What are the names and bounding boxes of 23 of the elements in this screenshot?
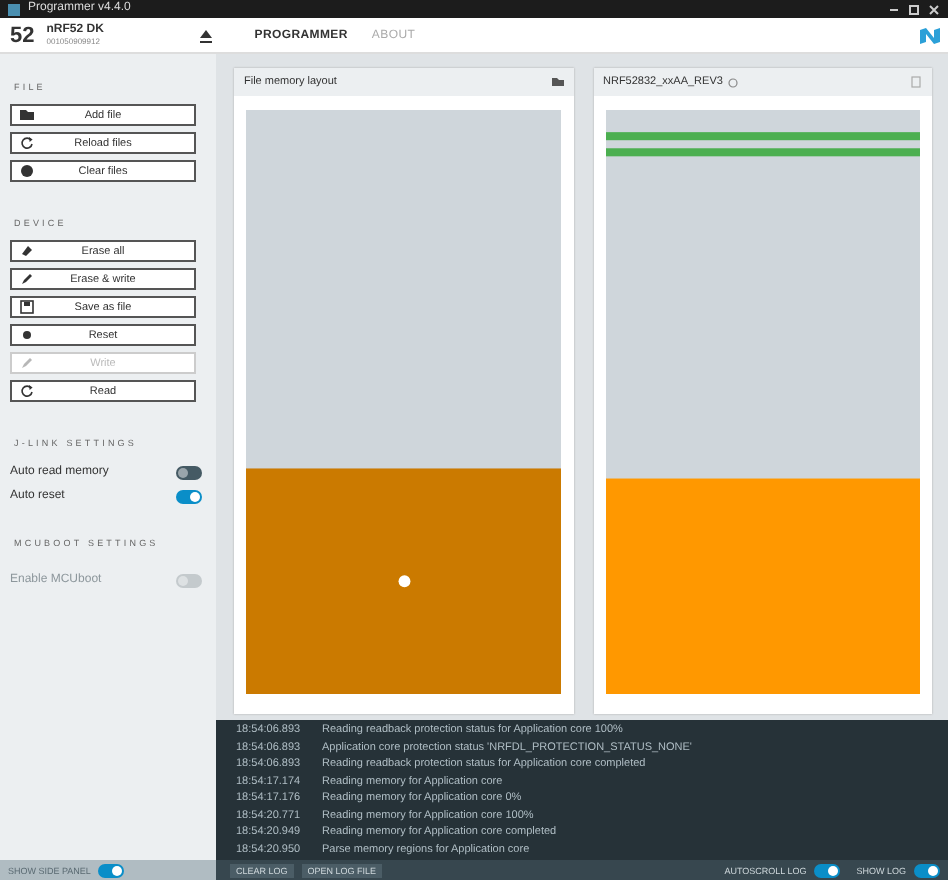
maximize-icon bbox=[908, 3, 920, 15]
reload-icon bbox=[20, 384, 34, 398]
save-icon bbox=[20, 300, 34, 314]
dot-icon bbox=[20, 328, 34, 342]
toggle-switch[interactable] bbox=[176, 489, 202, 503]
eraser-icon bbox=[20, 244, 34, 258]
toggle-switch[interactable] bbox=[176, 465, 202, 479]
reload-icon bbox=[20, 136, 34, 150]
file-icon bbox=[910, 76, 922, 88]
pencil-icon bbox=[20, 356, 34, 370]
close-icon bbox=[928, 3, 940, 15]
device-number: 52 bbox=[10, 23, 35, 47]
logo-icon bbox=[920, 27, 940, 43]
folder-icon bbox=[20, 108, 34, 122]
toggle-switch[interactable] bbox=[98, 863, 125, 877]
folder-icon bbox=[551, 76, 563, 88]
pencil-icon bbox=[20, 272, 34, 286]
toggle-switch[interactable] bbox=[814, 863, 841, 877]
eject-icon[interactable] bbox=[198, 27, 215, 43]
info-icon bbox=[728, 77, 739, 87]
toggle-switch[interactable] bbox=[914, 863, 940, 877]
app-icon bbox=[8, 3, 20, 15]
minimize-icon bbox=[888, 3, 900, 15]
